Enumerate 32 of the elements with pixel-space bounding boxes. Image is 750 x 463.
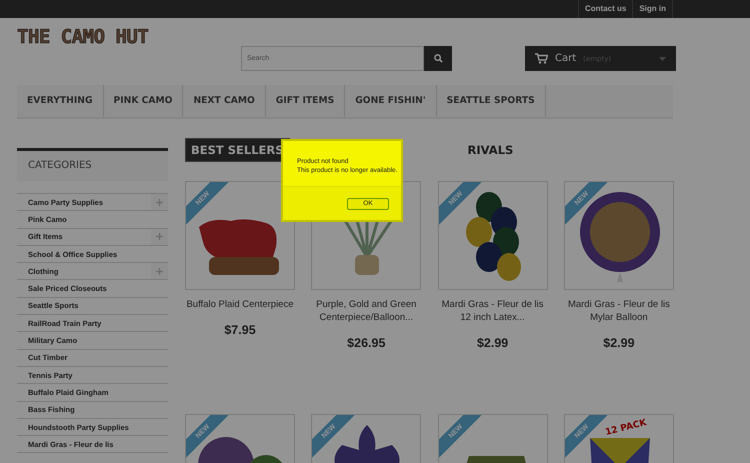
categories-heading: CATEGORIES bbox=[17, 148, 168, 181]
menu-item[interactable]: SEATTLE SPORTS bbox=[436, 85, 546, 117]
menu-item[interactable]: NEXT CAMO bbox=[183, 85, 266, 117]
expand-button[interactable] bbox=[151, 194, 168, 210]
top-link[interactable]: Contact us bbox=[578, 0, 632, 18]
plus-icon bbox=[156, 198, 163, 206]
menu-item[interactable]: GONE FISHIN' bbox=[345, 85, 437, 117]
menu-item[interactable]: GIFT ITEMS bbox=[266, 85, 346, 117]
caret-icon bbox=[659, 56, 666, 60]
top-link[interactable]: Sign in bbox=[632, 0, 673, 18]
product-name[interactable]: Purple, Gold and Green Centerpiece/Balloon... bbox=[312, 298, 420, 324]
menu-item[interactable]: PINK CAMO bbox=[104, 85, 184, 117]
product-price: $7.95 bbox=[224, 323, 256, 337]
product-name[interactable]: Mardi Gras - Fleur de lis 12 inch Latex... bbox=[438, 298, 547, 324]
plus-icon bbox=[156, 268, 163, 275]
product-name[interactable]: Buffalo Plaid Centerpiece bbox=[186, 298, 294, 311]
search-button[interactable] bbox=[424, 46, 452, 71]
cart-label: Cart bbox=[555, 53, 576, 64]
menu-item[interactable]: EVERYTHING bbox=[17, 85, 104, 117]
tab[interactable]: BEST SELLERS bbox=[185, 138, 290, 162]
product-price: $2.99 bbox=[476, 336, 508, 350]
logo[interactable]: THE CAMO HUT bbox=[17, 26, 241, 48]
plus-icon bbox=[156, 233, 163, 240]
pack-label: 12 PACK bbox=[604, 418, 648, 438]
product-name[interactable]: Mardi Gras - Fleur de lis Mylar Balloon bbox=[564, 298, 673, 324]
product-price: $2.99 bbox=[603, 336, 635, 350]
product-price: $26.95 bbox=[347, 336, 386, 350]
tab[interactable]: RIVALS bbox=[462, 138, 520, 162]
expand-button[interactable] bbox=[151, 263, 168, 280]
expand-button[interactable] bbox=[151, 228, 168, 245]
search-icon bbox=[434, 54, 442, 63]
cart-icon bbox=[535, 53, 548, 64]
